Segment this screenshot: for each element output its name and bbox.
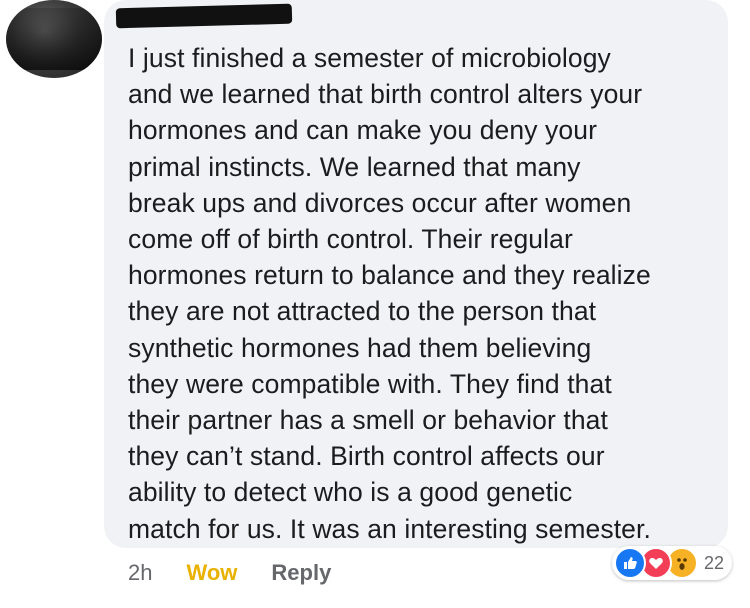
avatar[interactable]: [6, 0, 102, 78]
comment-text: I just finished a semester of microbiolo…: [128, 43, 651, 544]
avatar-redaction: [6, 8, 102, 70]
reaction-summary[interactable]: 22: [612, 546, 733, 580]
like-icon: [614, 547, 646, 579]
timestamp[interactable]: 2h: [128, 560, 152, 586]
comment-actions: 2h Wow Reply: [128, 558, 331, 588]
reply-button[interactable]: Reply: [271, 560, 331, 586]
wow-reaction-button[interactable]: Wow: [186, 560, 237, 586]
reaction-count: 22: [704, 552, 725, 573]
